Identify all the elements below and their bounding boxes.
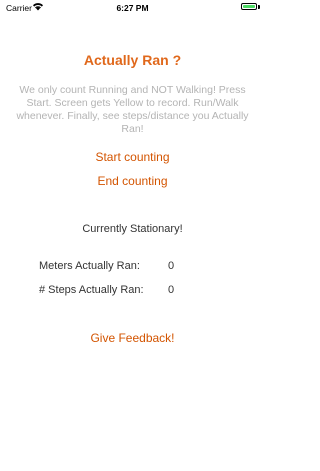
steps-label: # Steps Actually Ran: <box>39 284 144 296</box>
status-bar: Carrier 6:27 PM <box>0 0 265 16</box>
activity-status: Currently Stationary! <box>82 223 183 235</box>
battery-icon <box>241 3 257 10</box>
meters-value: 0 <box>168 260 175 272</box>
steps-value: 0 <box>168 284 175 296</box>
give-feedback-button[interactable]: Give Feedback! <box>0 331 265 345</box>
end-counting-button[interactable]: End counting <box>0 174 265 188</box>
meters-label: Meters Actually Ran: <box>39 260 140 272</box>
instructions-text: We only count Running and NOT Walking! P… <box>16 84 249 135</box>
battery-tip <box>258 5 260 9</box>
clock: 6:27 PM <box>116 3 149 13</box>
app-title: Actually Ran ? <box>83 52 182 68</box>
start-counting-button[interactable]: Start counting <box>0 150 265 164</box>
battery-level <box>243 5 255 8</box>
